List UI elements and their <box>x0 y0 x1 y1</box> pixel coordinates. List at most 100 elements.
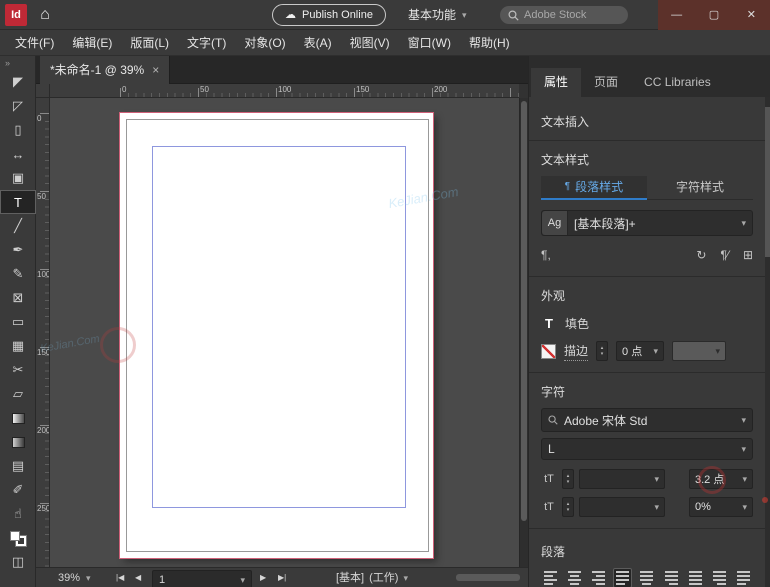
redefine-style-icon[interactable]: ↻ <box>696 248 706 262</box>
free-transform-tool[interactable]: ▱ <box>0 382 36 406</box>
type-tool[interactable]: T <box>0 190 36 214</box>
stepper-down-icon[interactable]: ▾ <box>567 479 570 485</box>
home-icon[interactable]: ⌂ <box>33 3 57 27</box>
ruler-origin-box[interactable] <box>36 84 50 98</box>
align-center-button[interactable] <box>565 568 584 587</box>
horizontal-scrollbar-thumb[interactable] <box>456 574 520 581</box>
gap-tool[interactable]: ↔ <box>0 142 36 166</box>
menu-edit[interactable]: 编辑(E) <box>63 30 121 56</box>
gradient-feather-tool[interactable] <box>0 430 36 454</box>
font-style-dropdown[interactable]: L ▾ <box>541 438 753 460</box>
gradient-swatch-tool[interactable] <box>0 406 36 430</box>
font-family-dropdown[interactable]: Adobe 宋体 Std ▾ <box>541 408 753 432</box>
line-tool[interactable]: ╱ <box>0 214 36 238</box>
minimize-button[interactable]: — <box>658 0 695 30</box>
kerning-dropdown[interactable]: ▾ <box>579 497 665 517</box>
justify-last-left-button[interactable] <box>613 568 632 587</box>
tab-properties[interactable]: 属性 <box>531 68 581 97</box>
vertical-scrollbar-thumb[interactable] <box>521 101 527 521</box>
eyedropper-tool[interactable]: ✐ <box>0 478 36 502</box>
menu-window[interactable]: 窗口(W) <box>399 30 460 56</box>
stroke-color-swatch[interactable] <box>541 344 556 359</box>
font-family-value: Adobe 宋体 Std <box>564 412 647 429</box>
pasteboard[interactable] <box>50 98 519 567</box>
show-paragraph-marks-icon[interactable]: ¶, <box>541 248 551 262</box>
vertical-scrollbar[interactable] <box>519 98 528 567</box>
align-toward-spine-button[interactable] <box>710 568 729 587</box>
maximize-button[interactable]: ▢ <box>695 0 732 30</box>
horizontal-grid-tool[interactable]: ▦ <box>0 334 36 358</box>
menu-object[interactable]: 对象(O) <box>235 30 294 56</box>
screen-mode-button[interactable]: ◫ <box>0 550 36 574</box>
kerning-stepper[interactable]: ▴ ▾ <box>562 497 574 517</box>
menu-table[interactable]: 表(A) <box>295 30 341 56</box>
horizontal-ruler[interactable]: 0 50 100 150 200 <box>50 84 519 98</box>
justify-last-center-button[interactable] <box>637 568 656 587</box>
stroke-label[interactable]: 描边 <box>564 342 588 361</box>
panel-scrollbar[interactable] <box>765 97 770 587</box>
document-page[interactable] <box>120 113 433 558</box>
fill-color-icon[interactable]: T <box>541 315 557 331</box>
align-left-button[interactable] <box>541 568 560 587</box>
note-tool[interactable]: ▤ <box>0 454 36 478</box>
vertical-ruler[interactable]: 0 50 100 150 200 250 <box>36 98 50 567</box>
previous-page-button[interactable]: ◀ <box>135 568 141 587</box>
text-insert-section-title: 文本插入 <box>541 113 753 130</box>
close-button[interactable]: ✕ <box>733 0 770 30</box>
selection-tool[interactable]: ◤ <box>0 70 36 94</box>
character-styles-tab[interactable]: 字符样式 <box>647 176 753 200</box>
first-page-button[interactable]: |◀ <box>116 568 124 587</box>
paragraph-style-dropdown[interactable]: Ag [基本段落]+ ▾ <box>541 210 753 236</box>
vruler-label: 0 <box>37 114 41 123</box>
page-tool[interactable]: ▯ <box>0 118 36 142</box>
rectangle-tool[interactable]: ▭ <box>0 310 36 334</box>
tab-close-icon[interactable]: × <box>152 56 159 84</box>
next-page-button[interactable]: ▶ <box>260 568 266 587</box>
panel-collapse-icon[interactable]: » <box>0 56 35 70</box>
workspace-switcher[interactable]: 基本功能 ▾ <box>408 4 467 26</box>
pen-tool[interactable]: ✒ <box>0 238 36 262</box>
style-panel-icon[interactable]: ⊞ <box>743 248 753 262</box>
tab-cc-libraries[interactable]: CC Libraries <box>631 68 724 97</box>
direct-selection-tool[interactable]: ◸ <box>0 94 36 118</box>
menu-layout[interactable]: 版面(L) <box>121 30 178 56</box>
font-size-dropdown[interactable]: ▾ <box>579 469 665 489</box>
font-size-stepper[interactable]: ▴ ▾ <box>562 469 574 489</box>
menu-type[interactable]: 文字(T) <box>178 30 235 56</box>
justify-last-right-button[interactable] <box>662 568 681 587</box>
page-number-dropdown[interactable]: 1 ▾ <box>152 570 252 587</box>
hand-tool[interactable]: ☝ <box>0 502 36 526</box>
stroke-type-dropdown[interactable]: ▾ <box>672 341 726 361</box>
document-tab[interactable]: *未命名-1 @ 39% × <box>40 56 170 84</box>
leading-dropdown[interactable]: 3.2 点 ▾ <box>689 469 753 489</box>
adobe-stock-search-input[interactable]: Adobe Stock <box>500 6 628 24</box>
align-away-from-spine-button[interactable] <box>734 568 753 587</box>
zoom-level-dropdown[interactable]: 39% ▾ <box>58 568 114 587</box>
menu-file[interactable]: 文件(F) <box>6 30 63 56</box>
fill-stroke-swatch[interactable] <box>0 526 36 550</box>
clear-override-icon[interactable]: ¶⁄ <box>720 248 728 262</box>
publish-online-button[interactable]: ☁ Publish Online <box>272 4 386 26</box>
tab-pages[interactable]: 页面 <box>581 68 631 97</box>
justify-all-button[interactable] <box>686 568 705 587</box>
content-collector-tool[interactable]: ▣ <box>0 166 36 190</box>
fill-label[interactable]: 填色 <box>565 315 589 332</box>
rectangle-frame-tool[interactable]: ⊠ <box>0 286 36 310</box>
search-placeholder: Adobe Stock <box>524 6 586 24</box>
stepper-down-icon[interactable]: ▾ <box>601 351 604 357</box>
stroke-weight-stepper[interactable]: ▴ ▾ <box>596 341 608 361</box>
section-divider <box>529 528 765 529</box>
last-page-button[interactable]: ▶| <box>278 568 286 587</box>
stroke-weight-dropdown[interactable]: 0 点 ▾ <box>616 341 664 361</box>
menu-help[interactable]: 帮助(H) <box>460 30 519 56</box>
indesign-app-icon[interactable]: Id <box>5 4 27 26</box>
stepper-down-icon[interactable]: ▾ <box>567 507 570 513</box>
align-right-button[interactable] <box>589 568 608 587</box>
preflight-menu[interactable]: [基本] (工作) ▾ <box>336 568 408 587</box>
panel-scrollbar-thumb[interactable] <box>765 107 770 257</box>
menu-view[interactable]: 视图(V) <box>341 30 399 56</box>
scissors-tool[interactable]: ✂ <box>0 358 36 382</box>
pencil-tool[interactable]: ✎ <box>0 262 36 286</box>
paragraph-styles-tab[interactable]: ¶ 段落样式 <box>541 176 647 200</box>
tracking-dropdown[interactable]: 0% ▾ <box>689 497 753 517</box>
